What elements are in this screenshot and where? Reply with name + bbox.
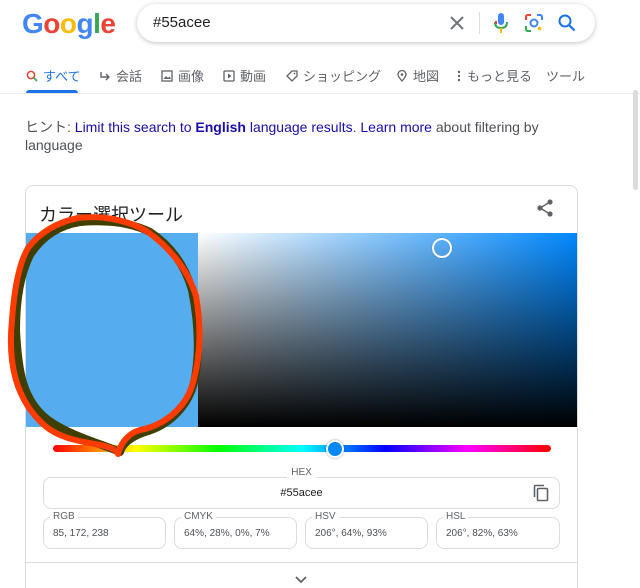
hsv-field[interactable]: HSV 206°, 64%, 93%: [305, 511, 428, 549]
saturation-value-handle[interactable]: [432, 238, 452, 258]
clear-icon[interactable]: [445, 11, 469, 35]
search-hint: ヒント: Limit this search to English langua…: [25, 118, 545, 154]
link-text: language results: [245, 119, 353, 135]
hsl-field[interactable]: HSL 206°, 82%, 63%: [436, 511, 560, 549]
active-tab-indicator: [26, 90, 78, 93]
video-play-icon: [222, 69, 236, 83]
tab-images[interactable]: 画像: [160, 66, 204, 85]
google-logo[interactable]: Google: [22, 8, 116, 40]
tab-label: もっと見る: [467, 69, 533, 84]
tab-label: ショッピング: [303, 69, 382, 84]
cmyk-field[interactable]: CMYK 64%, 28%, 0%, 7%: [174, 511, 297, 549]
share-icon[interactable]: [535, 198, 557, 220]
tab-label: 画像: [178, 69, 205, 84]
more-vert-icon: [455, 69, 463, 83]
lens-icon[interactable]: [522, 11, 546, 35]
hsl-value[interactable]: 206°, 82%, 63%: [446, 528, 518, 539]
tab-more[interactable]: もっと見る: [455, 66, 532, 85]
card-divider: [26, 562, 577, 563]
tab-conversations[interactable]: 会話: [98, 66, 142, 85]
tab-all[interactable]: すべて: [25, 66, 81, 85]
tab-shopping[interactable]: ショッピング: [285, 66, 381, 85]
search-divider: [479, 12, 480, 34]
search-tabs: すべて 会話 画像 動画 ショッピング 地図 もっと見る ツール: [0, 60, 640, 94]
tab-label: 動画: [240, 69, 267, 84]
hex-label: HEX: [287, 467, 316, 478]
color-swatch: [26, 233, 198, 427]
saturation-value-area[interactable]: [198, 233, 577, 427]
link-bold-text: English: [195, 119, 246, 135]
copy-icon[interactable]: [533, 484, 551, 502]
image-icon: [160, 69, 174, 83]
hue-slider-handle[interactable]: [325, 440, 344, 458]
tab-label: すべて: [43, 69, 81, 84]
rgb-value[interactable]: 85, 172, 238: [53, 528, 109, 539]
black-gradient: [198, 233, 577, 427]
hsl-label: HSL: [443, 511, 469, 522]
chevron-down-icon[interactable]: [294, 572, 310, 584]
learn-more-link[interactable]: Learn more: [360, 119, 432, 135]
hex-field[interactable]: HEX #55acee: [43, 467, 560, 509]
search-icon: [25, 69, 39, 83]
link-text: Limit this search to: [74, 119, 196, 135]
cmyk-label: CMYK: [181, 511, 216, 522]
rgb-field[interactable]: RGB 85, 172, 238: [43, 511, 166, 549]
search-box[interactable]: #55acee: [137, 4, 595, 42]
hsv-value[interactable]: 206°, 64%, 93%: [315, 528, 387, 539]
page-scrollbar[interactable]: [631, 90, 640, 190]
tag-icon: [285, 69, 299, 83]
tab-maps[interactable]: 地図: [395, 66, 439, 85]
map-pin-icon: [395, 69, 409, 83]
reply-arrow-icon: [98, 69, 112, 83]
tab-label: ツール: [546, 69, 586, 84]
hsv-label: HSV: [312, 511, 339, 522]
search-icon[interactable]: [555, 11, 579, 35]
hint-prefix: ヒント:: [25, 119, 75, 135]
tab-label: 会話: [116, 69, 143, 84]
color-picker-title: カラー選択ツール: [39, 205, 183, 225]
microphone-icon[interactable]: [489, 11, 513, 35]
color-picker-card: カラー選択ツール HEX #55acee RGB 85, 172, 238 CM: [25, 185, 578, 588]
cmyk-value[interactable]: 64%, 28%, 0%, 7%: [184, 528, 270, 539]
tab-videos[interactable]: 動画: [222, 66, 266, 85]
tab-tools[interactable]: ツール: [546, 66, 585, 85]
rgb-label: RGB: [50, 511, 78, 522]
limit-language-link[interactable]: Limit this search to English language re…: [75, 119, 353, 135]
hex-value[interactable]: #55acee: [44, 487, 559, 499]
hue-slider[interactable]: [53, 445, 551, 452]
search-input[interactable]: #55acee: [153, 14, 211, 31]
tab-label: 地図: [413, 69, 440, 84]
